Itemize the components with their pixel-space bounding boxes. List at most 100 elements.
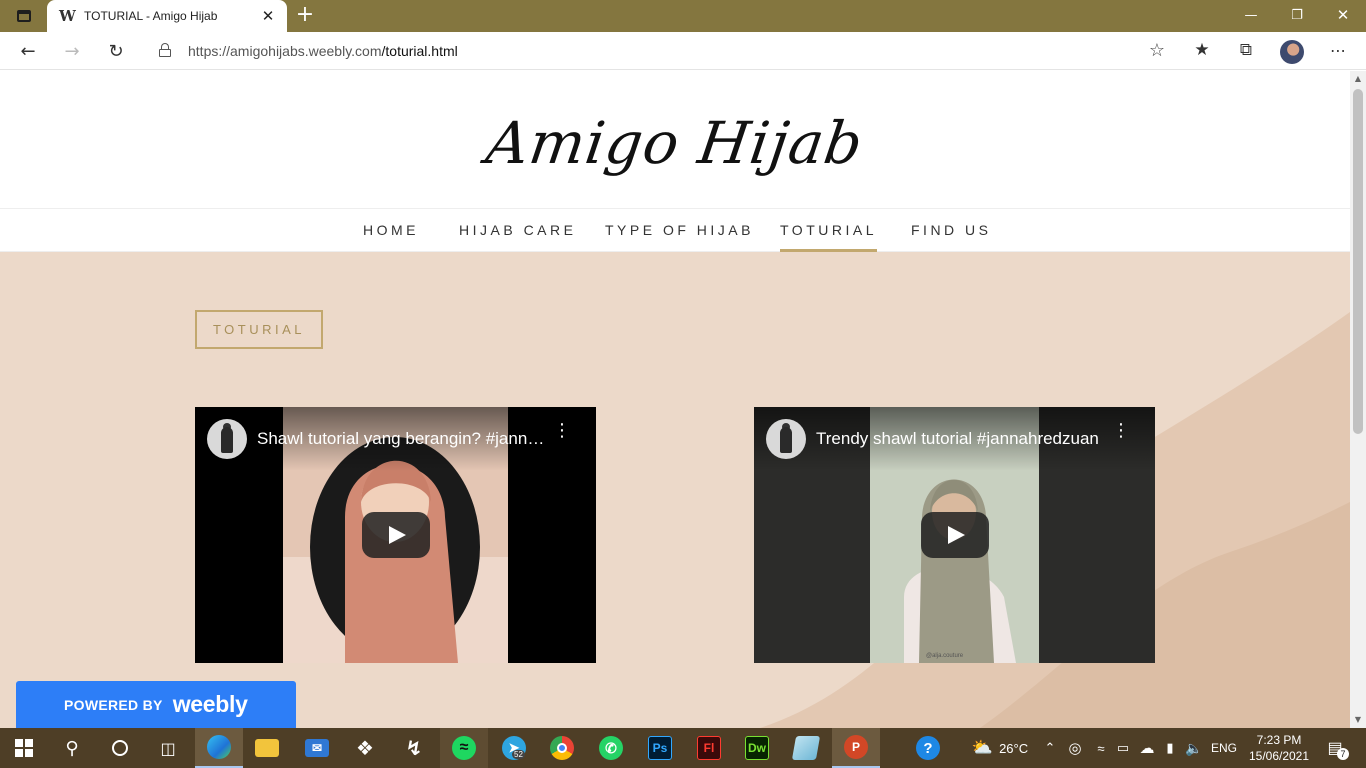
taskbar-spotify[interactable]: ≈	[440, 728, 488, 768]
weebly-logo: weebly	[172, 691, 248, 717]
tray-device[interactable]: ▭	[1114, 728, 1132, 768]
tab-actions-button[interactable]	[10, 6, 38, 26]
search-button[interactable]: ⚲	[48, 728, 96, 768]
video-embed-1[interactable]: Shawl tutorial yang berangin? #janna... …	[195, 407, 596, 663]
speaker-icon: 🔈	[1185, 739, 1203, 756]
taskbar-photoshop[interactable]: Ps	[636, 728, 684, 768]
taskbar-app-bolt[interactable]: ↯	[390, 728, 438, 768]
taskbar-file-explorer[interactable]	[243, 728, 291, 768]
onedrive-tray[interactable]: ☁	[1136, 728, 1158, 768]
taskbar-mail[interactable]: ✉	[293, 728, 341, 768]
video-embed-2[interactable]: Trendy shawl tutorial #jannahredzuan ⋮ @…	[754, 407, 1155, 663]
channel-avatar-1[interactable]	[207, 419, 247, 459]
page-title-box: TOTURIAL	[195, 310, 323, 349]
url-text[interactable]: https://amigohijabs.weebly.com/toturial.…	[188, 43, 458, 59]
video-1-title[interactable]: Shawl tutorial yang berangin? #janna...	[257, 429, 547, 449]
nav-type-of-hijab[interactable]: TYPE OF HIJAB	[605, 209, 754, 252]
taskbar-powerpoint[interactable]: P	[832, 728, 880, 768]
device-icon: ▭	[1116, 740, 1130, 755]
clock-time: 7:23 PM	[1256, 733, 1302, 747]
back-arrow-icon[interactable]: ←	[13, 37, 43, 65]
tab-close-icon[interactable]: ✕	[261, 7, 275, 25]
language-indicator[interactable]: ENG	[1208, 728, 1240, 768]
volume-tray[interactable]: 🔈	[1184, 728, 1204, 768]
restore-button[interactable]: ❐	[1274, 0, 1320, 30]
taskbar-dropbox[interactable]: ❖	[341, 728, 389, 768]
taskbar-whatsapp[interactable]: ✆	[587, 728, 635, 768]
profile-avatar[interactable]	[1280, 40, 1304, 64]
collections-icon[interactable]: ⧉	[1234, 38, 1258, 62]
notification-count: 7	[1337, 748, 1349, 760]
play-icon	[389, 526, 406, 544]
nav-home[interactable]: HOME	[363, 209, 419, 252]
partly-cloudy-icon: ⛅	[971, 738, 994, 757]
tab-actions-icon	[17, 10, 31, 22]
taskbar-flash[interactable]: Fl	[685, 728, 733, 768]
mail-icon: ✉	[305, 739, 329, 757]
help-tray-button[interactable]: ?	[912, 728, 944, 768]
tray-app[interactable]: ◎	[1064, 728, 1086, 768]
weather-widget[interactable]: ⛅ 26°C	[964, 728, 1036, 768]
flash-icon: Fl	[697, 736, 721, 760]
chevron-up-icon: ⌃	[1044, 740, 1056, 755]
notification-center-button[interactable]: ▤ 7	[1320, 728, 1350, 768]
scroll-up-icon[interactable]: ▲	[1350, 71, 1366, 87]
url-path: /toturial.html	[381, 43, 458, 59]
favorites-icon[interactable]: ★	[1190, 38, 1214, 62]
taskbar-clock[interactable]: 7:23 PM 15/06/2021	[1244, 732, 1314, 764]
chrome-icon	[550, 736, 574, 760]
taskbar-chrome[interactable]	[538, 728, 586, 768]
browser-tab-active[interactable]: W TOTURIAL - Amigo Hijab ✕	[47, 0, 287, 32]
nav-toturial[interactable]: TOTURIAL	[780, 209, 877, 252]
video-1-play-button[interactable]	[362, 512, 430, 558]
taskbar-dreamweaver[interactable]: Dw	[733, 728, 781, 768]
url-host: https://amigohijabs.weebly.com	[188, 43, 382, 59]
taskbar-telegram[interactable]: ➤ 52	[490, 728, 538, 768]
windows-taskbar: ⚲ ◫ ✉ ❖ ↯ ≈ ➤ 52 ✆ Ps Fl Dw P ? ⛅ 26°C ⌃…	[0, 728, 1366, 768]
video-2-menu-icon[interactable]: ⋮	[1112, 422, 1130, 451]
task-view-icon: ◫	[160, 738, 176, 758]
powered-by-weebly-badge[interactable]: POWERED BY weebly	[16, 681, 296, 728]
forward-arrow-icon[interactable]: →	[57, 37, 87, 65]
tab-title: TOTURIAL - Amigo Hijab	[84, 9, 218, 23]
scroll-down-icon[interactable]: ▼	[1350, 712, 1366, 728]
folder-icon	[255, 739, 279, 757]
add-favorite-icon[interactable]: ☆	[1149, 40, 1165, 61]
minimize-button[interactable]: —	[1228, 0, 1274, 30]
new-tab-button[interactable]: +	[294, 4, 316, 26]
video-1-menu-icon[interactable]: ⋮	[553, 422, 571, 451]
nav-hijab-care[interactable]: HIJAB CARE	[459, 209, 576, 252]
wifi-tray[interactable]: ≈	[1090, 728, 1112, 768]
battery-tray[interactable]: ▮	[1160, 728, 1180, 768]
taskbar-notes-app[interactable]	[782, 728, 830, 768]
page-scrollbar[interactable]: ▲ ▼	[1350, 71, 1366, 728]
page-viewport: Amigo Hijab HOME HIJAB CARE TYPE OF HIJA…	[0, 71, 1350, 728]
address-bar[interactable]: https://amigohijabs.weebly.com/toturial.…	[145, 36, 1175, 66]
spotify-icon: ≈	[452, 736, 476, 760]
more-options-icon[interactable]: ⋯	[1326, 38, 1350, 62]
lock-icon[interactable]	[159, 43, 171, 57]
play-icon	[948, 526, 965, 544]
channel-avatar-2[interactable]	[766, 419, 806, 459]
telegram-unread-badge: 52	[512, 750, 525, 759]
video-2-title[interactable]: Trendy shawl tutorial #jannahredzuan	[816, 429, 1106, 449]
notes-app-icon	[791, 736, 821, 760]
dreamweaver-icon: Dw	[745, 736, 769, 760]
site-logo[interactable]: Amigo Hijab	[482, 109, 867, 177]
taskbar-edge[interactable]	[195, 728, 243, 768]
whatsapp-icon: ✆	[599, 736, 623, 760]
nav-find-us[interactable]: FIND US	[911, 209, 992, 252]
video-2-play-button[interactable]	[921, 512, 989, 558]
clock-date: 15/06/2021	[1248, 749, 1310, 763]
cortana-button[interactable]	[96, 728, 144, 768]
weebly-favicon-icon: W	[59, 7, 76, 25]
close-window-button[interactable]: ✕	[1320, 0, 1366, 30]
show-hidden-icons-button[interactable]: ⌃	[1042, 728, 1058, 768]
browser-toolbar: ← → ↻ https://amigohijabs.weebly.com/tot…	[0, 32, 1366, 70]
wifi-icon: ≈	[1097, 740, 1105, 756]
scrollbar-thumb[interactable]	[1353, 89, 1363, 434]
photoshop-icon: Ps	[648, 736, 672, 760]
task-view-button[interactable]: ◫	[144, 728, 192, 768]
start-button[interactable]	[0, 728, 48, 768]
refresh-icon[interactable]: ↻	[101, 37, 131, 65]
